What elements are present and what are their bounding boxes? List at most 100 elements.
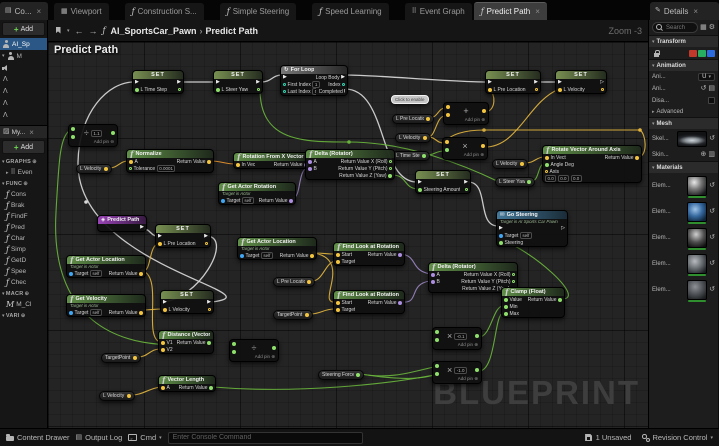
reset-icon[interactable]: ↺ [709,135,715,143]
close-icon[interactable]: × [37,7,42,16]
data-pin[interactable] [129,167,132,170]
exec-pin[interactable]: ▶ [216,80,220,85]
data-pin[interactable] [527,180,531,184]
exec-pin[interactable]: ▶ [140,225,144,230]
exec-pin[interactable]: ▶ [341,75,345,80]
section-materials[interactable]: ▾ Materials [649,161,718,173]
get-velocity[interactable]: ƒ Get Velocity Target is Actor Target self Re… [66,294,146,317]
divide-b[interactable]: ÷ Add pin ⊕ [229,339,279,362]
data-pin[interactable] [240,253,244,258]
exec-pin[interactable]: ▶ [163,300,167,305]
vector-component-input[interactable]: 0.0 [545,175,557,182]
component-item[interactable] [0,74,47,86]
add-pin-button[interactable]: Add pin ⊕ [444,117,488,124]
component-item[interactable] [0,110,47,122]
get-l-pre-location-b[interactable]: L Pre Location [273,277,315,287]
sidebar-item-function-pred[interactable]: ƒ Pred [0,222,47,233]
data-pin[interactable] [435,330,439,334]
exec-pin[interactable]: ▷ [600,80,604,85]
data-pin[interactable] [512,280,515,283]
data-pin[interactable] [69,310,73,315]
data-pin[interactable] [161,340,165,345]
tab-simple-steering[interactable]: ƒ Simple Steering [219,3,297,20]
material-thumbnail[interactable] [687,254,708,276]
exec-pin[interactable]: ▶ [344,89,345,94]
data-pin[interactable] [535,88,538,91]
data-pin[interactable] [271,346,276,350]
reset-icon[interactable]: ↺ [709,260,715,268]
data-pin[interactable] [209,385,213,390]
data-pin[interactable] [139,310,143,315]
close-icon[interactable]: × [535,7,540,16]
data-pin[interactable] [111,131,115,135]
set-l-velocity-a[interactable]: SET ▶ ▷ L Velocity [555,70,607,94]
data-pin[interactable] [545,162,549,167]
data-pin[interactable] [398,300,402,305]
data-pin[interactable] [207,340,211,345]
data-pin[interactable] [69,271,73,276]
get-actor-rotation[interactable]: ƒ Get Actor Rotation Target is Actor Target… [218,182,296,205]
exec-pin[interactable]: ▷ [561,226,565,231]
data-pin[interactable] [389,160,392,163]
data-pin[interactable] [135,87,139,92]
section-functions[interactable]: ▾ FUNC ⊕ [0,178,47,189]
get-actor-location-b[interactable]: ƒ Get Actor Location Target is Actor Target… [66,255,146,278]
back-button[interactable]: ← [75,26,84,36]
data-pin[interactable] [161,347,165,352]
data-pin[interactable] [236,162,240,167]
reset-icon[interactable]: ↺ [709,234,715,242]
tab-my-blueprint[interactable]: ▨ My... × [0,125,47,138]
distance-vector[interactable]: ƒ Distance (Vector) V1 Return Value V2 [158,330,214,354]
sidebar-item-function-simp[interactable]: ƒ Simp [0,244,47,255]
data-pin[interactable] [104,167,108,171]
paste-icon[interactable]: ▥ [708,151,715,159]
add-component-button[interactable]: + Add [2,22,45,36]
divide-a[interactable]: ÷ 1.1 Add pin ⊖ [68,124,118,147]
data-pin[interactable] [601,88,604,91]
data-pin[interactable] [336,300,340,305]
exec-pin[interactable]: ▶ [534,80,538,85]
pin-value-input[interactable]: self [89,270,102,277]
data-pin[interactable] [216,87,220,92]
tab-event-graph[interactable]: ⠿ Event Graph [404,3,472,20]
add-pin-button[interactable]: Add pin ⊕ [443,152,487,159]
plus-circle-icon[interactable]: ⊕ [23,181,28,187]
caret-down-icon[interactable]: ▾ [67,28,70,34]
component-item[interactable] [0,86,47,98]
get-l-pre-location-a[interactable]: L Pre Location [392,114,434,124]
data-pin[interactable] [488,87,492,92]
tab-speed-learning[interactable]: ƒ Speed Learning [312,3,389,20]
tab-components-panel[interactable]: ▤ Co... × [0,2,48,20]
section-animation[interactable]: ▾ Animation [649,59,718,71]
add-float-a[interactable]: + Add pin ⊕ [443,102,489,125]
animation-mode-dropdown[interactable]: U ▾ [698,73,715,81]
for-loop[interactable]: ↻ For Loop ▶ Loop Body ▶ First Index 1 Index Las… [280,65,348,96]
multiply-b[interactable]: × -0.1 Add pin ⊕ [432,327,482,350]
sidebar-item-function-brak[interactable]: ƒ Brak [0,200,47,211]
pin-value-input[interactable]: self [260,252,273,259]
find-look-at-rotation-b[interactable]: ƒ Find Look at Rotation Start Return Value T… [333,290,405,314]
sidebar-item-function-cons[interactable]: ƒ Cons [0,189,47,200]
sidebar-item-function-findf[interactable]: ƒ FindF [0,211,47,222]
reset-icon[interactable]: ↺ [709,286,715,294]
material-thumbnail[interactable] [687,280,708,302]
details-search-input[interactable]: Search [652,22,699,33]
set-l-time-step[interactable]: SET ▶ ▶ L Time Step [132,70,184,94]
get-target-point-a[interactable]: TargetPoint [273,310,313,320]
data-pin[interactable] [163,307,167,312]
data-pin[interactable] [336,307,340,312]
transform-fields[interactable] [689,49,715,57]
unsaved-status[interactable]: 1 Unsaved [585,433,631,442]
section-variables[interactable]: ▾ VARI ⊕ [0,310,47,321]
get-l-velocity-b[interactable]: L Velocity [492,159,528,169]
set-l-pre-location-b[interactable]: SET ▶ ▶ L Pre Location [155,224,211,248]
output-log-button[interactable]: ▤ Output Log [76,433,123,442]
component-item[interactable] [0,98,47,110]
data-pin[interactable] [499,240,503,245]
get-target-point-b[interactable]: TargetPoint [101,353,141,363]
exec-pin[interactable]: ▶ [177,80,181,85]
get-l-velocity-d[interactable]: L Velocity [99,391,135,401]
plus-circle-icon[interactable]: ⊕ [32,159,37,165]
normalize[interactable]: ƒ Normalize A Return Value Tolerance 0.0001 [126,149,214,173]
rotate-icon[interactable]: ↺ [701,85,707,93]
